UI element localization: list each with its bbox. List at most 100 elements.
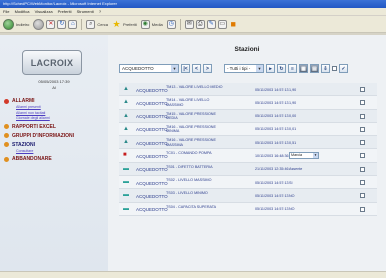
nav-gruppi-informazioni[interactable]: GRUPPI D'INFORMAZIONI xyxy=(4,132,104,140)
row-checkbox[interactable] xyxy=(360,166,365,172)
favorites-label[interactable]: Preferiti xyxy=(123,22,137,27)
bullet-icon xyxy=(4,124,9,129)
station-name: ACQUEDOTTO xyxy=(136,180,168,186)
point-description: TM16 - VALORE PRESSIONE MINIMA xyxy=(166,124,216,134)
station-name: ACQUEDOTTO xyxy=(136,140,168,146)
table-row[interactable]: ▬ ACQUEDOTTO TS01 - DIFETTO BATTERIA 21/… xyxy=(119,162,377,177)
row-checkbox[interactable] xyxy=(360,113,365,119)
bullet-icon xyxy=(4,98,9,104)
bullet-icon xyxy=(4,142,9,147)
menu-favorites[interactable]: Preferiti xyxy=(58,9,72,14)
ok-button[interactable]: ✓ xyxy=(339,64,348,73)
media-label[interactable]: Media xyxy=(152,22,163,27)
point-timestamp: 05/11/2003 14:57:13 xyxy=(255,207,289,212)
type-select-value: - Tutti i tipi - xyxy=(227,66,251,71)
lacroix-logo: LACROIX xyxy=(22,50,82,75)
row-checkbox[interactable] xyxy=(360,126,365,132)
row-checkbox[interactable] xyxy=(360,100,365,106)
back-label: Indietro xyxy=(16,21,30,27)
left-panel: LACROIX 05/05/2003 17:39 Al ALLARMI Alla… xyxy=(0,35,108,271)
point-timestamp: 21/11/2003 12:35:46 xyxy=(255,167,289,172)
print-icon[interactable]: ⎙ xyxy=(195,19,205,29)
table-row[interactable]: ▬ ACQUEDOTTO TS03 - LIVELLO MINIMO 05/11… xyxy=(119,189,377,203)
table-row[interactable]: ▲ ACQUEDOTTO TM14 - VALORE LIVELLO MASSI… xyxy=(119,96,377,110)
point-description: TS02 - LIVELLO MASSIMO xyxy=(166,178,212,183)
table-row[interactable]: ▲ ACQUEDOTTO TM15 - VALORE PRESSIONE MED… xyxy=(119,109,377,123)
export-icon[interactable]: ⇩ xyxy=(321,64,330,73)
messenger-icon[interactable]: ■ xyxy=(229,19,238,29)
media-icon[interactable]: ◉ xyxy=(140,19,150,29)
menu-file[interactable]: File xyxy=(3,9,9,14)
row-checkbox[interactable] xyxy=(360,206,365,212)
session-user: Al xyxy=(52,85,56,90)
point-value: 0,51 xyxy=(289,140,297,145)
command-icon: ■ xyxy=(123,152,127,159)
station-name: ACQUEDOTTO xyxy=(136,100,168,106)
refresh-icon[interactable]: ↻ xyxy=(57,19,67,29)
point-description: TC01 - COMANDO POMPA xyxy=(166,151,212,156)
point-description: TM14 - VALORE LIVELLO MASSIMO xyxy=(166,98,210,107)
point-description: TS04 - CAPACITA SUPERATA xyxy=(166,204,217,209)
menu-help[interactable]: ? xyxy=(99,9,101,14)
table-row[interactable]: ▬ ACQUEDOTTO TS02 - LIVELLO MASSIMO 05/1… xyxy=(119,176,377,190)
table-row[interactable]: ▬ ACQUEDOTTO TS04 - CAPACITA SUPERATA 05… xyxy=(119,202,377,216)
nav-rapporti-excel[interactable]: RAPPORTI EXCEL xyxy=(4,123,104,131)
command-select[interactable]: Marcia ▼ xyxy=(289,152,319,160)
row-checkbox[interactable] xyxy=(360,140,365,146)
row-checkbox[interactable] xyxy=(360,180,365,186)
point-description: TS01 - DIFETTO BATTERIA xyxy=(166,164,213,169)
select-all-checkbox[interactable] xyxy=(332,66,337,71)
point-value: 0,01 xyxy=(289,127,297,132)
search-label[interactable]: Cerca xyxy=(97,22,108,27)
nav-allarmi[interactable]: ALLARMI xyxy=(4,97,104,105)
table-row[interactable]: ▲ ACQUEDOTTO TM16 - VALORE PRESSIONE MAS… xyxy=(119,136,377,150)
chevron-down-icon: ▼ xyxy=(171,65,178,72)
station-select[interactable]: ACQUEDOTTO ▼ xyxy=(119,64,179,73)
signal-icon: ▬ xyxy=(123,179,129,186)
row-checkbox[interactable] xyxy=(360,87,365,92)
row-checkbox[interactable] xyxy=(360,193,365,199)
table-row[interactable]: ▲ ACQUEDOTTO TM13 - VALORE LIVELLO MEDIO… xyxy=(119,83,377,97)
point-value: 0,00 xyxy=(289,114,297,119)
history-icon[interactable]: ◷ xyxy=(166,19,176,29)
back-button[interactable] xyxy=(3,18,14,30)
forward-button[interactable] xyxy=(33,18,45,30)
search-icon[interactable]: ⌕ xyxy=(86,19,96,29)
table-row[interactable]: ▲ ACQUEDOTTO TM16 - VALORE PRESSIONE MIN… xyxy=(119,122,377,137)
menu-view[interactable]: Visualizza xyxy=(35,9,53,14)
logo-text: LACROIX xyxy=(30,57,74,68)
toolbar-separator xyxy=(81,18,83,30)
row-checkbox[interactable] xyxy=(360,153,365,159)
menu-edit[interactable]: Modifica xyxy=(15,9,30,14)
edit-icon[interactable]: ✎ xyxy=(206,19,216,29)
favorites-icon[interactable]: ★ xyxy=(112,19,121,29)
type-select[interactable]: - Tutti i tipi - ▼ xyxy=(224,64,264,73)
measure-icon: ▲ xyxy=(123,125,129,132)
station-select-value: ACQUEDOTTO xyxy=(122,66,154,71)
station-name: ACQUEDOTTO xyxy=(136,153,168,159)
list-view-icon[interactable]: ≡ xyxy=(288,64,297,73)
first-button[interactable]: |< xyxy=(181,64,190,73)
link-giornale-allarmi[interactable]: Giornale degli allarmi xyxy=(4,116,104,122)
nav-abbandonare[interactable]: ABBANDONARE xyxy=(4,155,104,163)
table-view-icon[interactable]: ▤ xyxy=(310,64,319,73)
station-name: ACQUEDOTTO xyxy=(136,87,168,93)
stop-icon[interactable]: ✕ xyxy=(46,19,56,29)
measure-icon: ▲ xyxy=(123,112,129,119)
refresh-list-button[interactable]: ↻ xyxy=(277,64,286,73)
nav-rapporti-label: RAPPORTI EXCEL xyxy=(12,123,56,130)
home-icon[interactable]: ⌂ xyxy=(68,19,78,29)
link-consultare[interactable]: Consultare xyxy=(4,149,104,155)
next-button[interactable]: > xyxy=(203,64,212,73)
mail-icon[interactable]: ✉ xyxy=(184,19,194,29)
filter-apply-button[interactable]: ▸ xyxy=(266,64,275,73)
menu-tools[interactable]: Strumenti xyxy=(77,9,94,14)
nav-stazioni[interactable]: STAZIONI xyxy=(4,141,104,149)
station-name: ACQUEDOTTO xyxy=(136,167,168,173)
grid-view-icon[interactable]: ▦ xyxy=(299,64,308,73)
page-title: Stazioni xyxy=(234,46,260,53)
prev-button[interactable]: < xyxy=(192,64,201,73)
menu-bar: File Modifica Visualizza Preferiti Strum… xyxy=(0,8,386,16)
table-row[interactable]: ■ ACQUEDOTTO TC01 - COMANDO POMPA 10/11/… xyxy=(119,149,377,163)
discuss-icon[interactable]: ▭ xyxy=(217,19,227,29)
